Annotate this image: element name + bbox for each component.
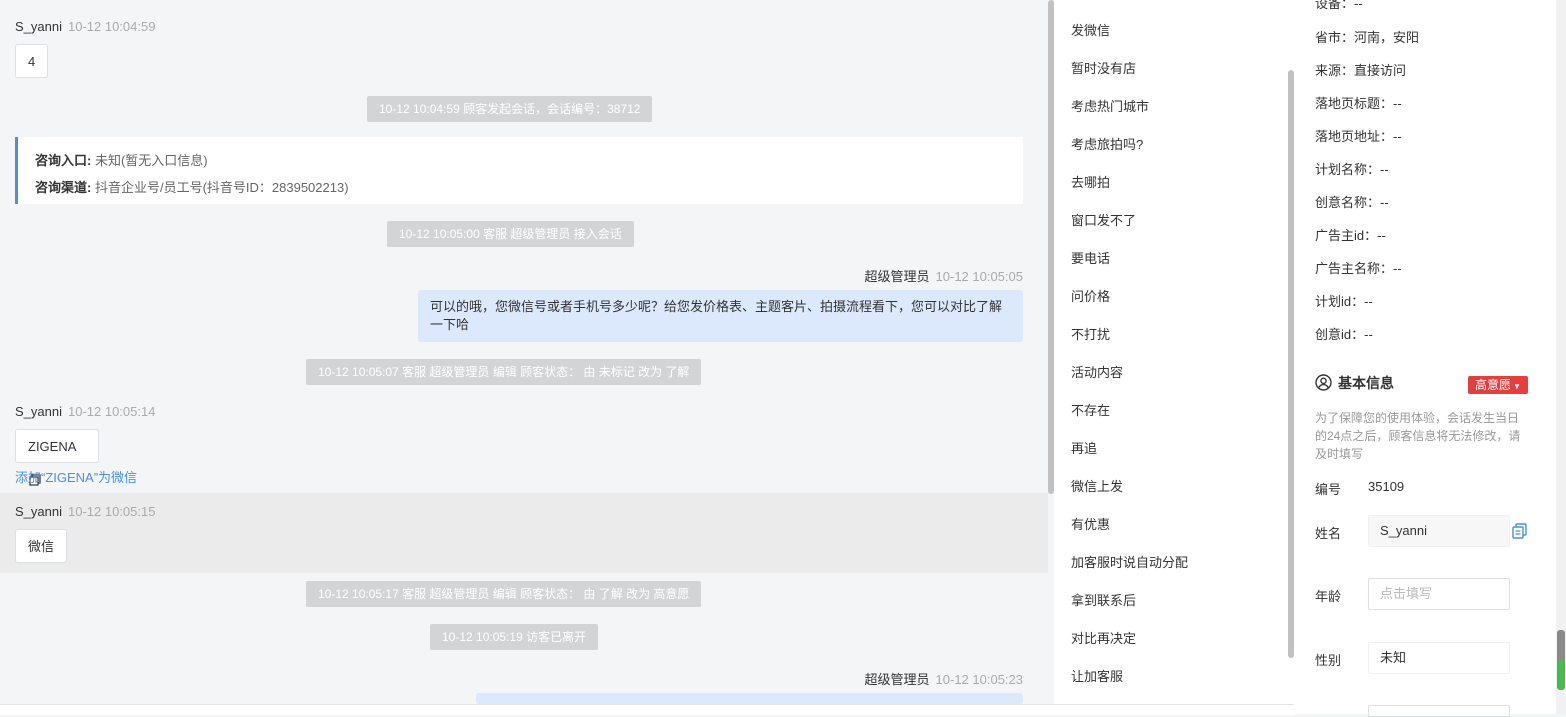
quick-reply-item[interactable]: 暂时没有店: [1071, 58, 1136, 77]
intent-status-dropdown[interactable]: 高意愿 ▼: [1468, 376, 1528, 394]
quick-reply-item[interactable]: 微信上发: [1071, 476, 1123, 495]
agent-message: 可以的哦，您微信号或者手机号多少呢？给您发价格表、主题客片、拍摄流程看下，您可以…: [418, 290, 1023, 342]
system-message: 10-12 10:05:00 客服 超级管理员 接入会话: [387, 221, 634, 247]
name-label: 姓名: [1315, 526, 1342, 541]
sender-name: S_yanni: [15, 404, 62, 419]
agent-name: 超级管理员: [864, 269, 930, 284]
info-row: 广告主id：--: [1315, 228, 1386, 243]
copy-name-icon[interactable]: [1512, 523, 1527, 542]
highlighted-message-row: [0, 493, 1048, 573]
consult-entry-value: 未知(暂无入口信息): [94, 153, 208, 168]
quick-reply-item[interactable]: 再追: [1071, 438, 1097, 457]
system-message: 10-12 10:05:07 客服 超级管理员 编辑 顾客状态： 由 未标记 改…: [306, 359, 702, 385]
message-sender: S_yanni 10-12 10:05:14: [15, 404, 155, 419]
basic-info-title: 基本信息: [1338, 375, 1394, 391]
message-text: ZIGENA: [28, 439, 77, 454]
sender-name: S_yanni: [15, 19, 62, 34]
gender-label: 性别: [1315, 653, 1342, 668]
info-scrollbar[interactable]: [1556, 0, 1566, 714]
quick-reply-item[interactable]: 窗口发不了: [1071, 210, 1136, 229]
info-row: 计划名称：--: [1315, 162, 1389, 177]
basic-info-heading: 基本信息: [1315, 373, 1394, 394]
info-row: 来源：直接访问: [1315, 63, 1407, 78]
message-time: 10-12 10:05:05: [935, 269, 1023, 284]
quick-reply-item[interactable]: 加客服时说自动分配: [1071, 552, 1188, 571]
quick-reply-item[interactable]: 考虑旅拍吗?: [1071, 134, 1143, 153]
gender-field[interactable]: 未知: [1368, 642, 1510, 674]
id-value: 35109: [1368, 479, 1405, 494]
message-time: 10-12 10:04:59: [67, 19, 156, 34]
message-sender: S_yanni 10-12 10:04:59: [15, 19, 155, 34]
info-row: 创意名称：--: [1315, 195, 1389, 210]
message-time: 10-12 10:05:14: [67, 404, 156, 419]
quick-reply-item[interactable]: 活动内容: [1071, 362, 1123, 381]
customer-message: ZIGENA: [15, 429, 99, 486]
name-field[interactable]: S_yanni: [1368, 515, 1510, 547]
quick-reply-item[interactable]: 让加客服: [1071, 666, 1123, 685]
next-field[interactable]: [1368, 705, 1510, 717]
quick-reply-item[interactable]: 要电话: [1071, 248, 1110, 267]
input-toolbar: [0, 704, 1294, 715]
system-message: 10-12 10:05:19 访客已离开: [430, 624, 599, 650]
quick-reply-item[interactable]: 拿到联系后: [1071, 590, 1136, 609]
info-row: 省市：河南，安阳: [1315, 30, 1420, 45]
quick-reply-item[interactable]: 有优惠: [1071, 514, 1110, 533]
add-wechat-link[interactable]: 添加“ZIGENA”为微信: [15, 467, 137, 486]
customer-info-panel: 设备：-- 省市：河南，安阳 来源：直接访问 落地页标题：-- 落地页地址：--…: [1294, 0, 1556, 717]
system-message: 10-12 10:05:17 客服 超级管理员 编辑 顾客状态： 由 了解 改为…: [306, 581, 702, 607]
message-time: 10-12 10:05:23: [935, 672, 1023, 687]
info-row: 落地页地址：--: [1315, 129, 1402, 144]
quick-reply-item[interactable]: 发微信: [1071, 20, 1110, 39]
intent-status-label: 高意愿: [1475, 378, 1512, 392]
message-sender: S_yanni 10-12 10:05:15: [15, 504, 155, 519]
info-row: 设备：--: [1315, 0, 1363, 11]
customer-message: 4: [15, 44, 48, 78]
quick-reply-item[interactable]: 对比再决定: [1071, 628, 1136, 647]
quick-reply-item[interactable]: 问价格: [1071, 286, 1110, 305]
quick-reply-item[interactable]: 不打扰: [1071, 324, 1110, 343]
message-time: 10-12 10:05:15: [67, 504, 156, 519]
system-message: 10-12 10:04:59 顾客发起会话，会话编号：38712: [367, 96, 653, 122]
consult-channel-label: 咨询渠道:: [35, 180, 92, 195]
info-scroll-indicator: [1558, 660, 1564, 690]
edit-deadline-note: 为了保障您的使用体验，会话发生当日的24点之后，顾客信息将无法修改，请及时填写: [1315, 411, 1521, 461]
agent-sender: 超级管理员 10-12 10:05:05: [865, 266, 1023, 285]
age-label: 年龄: [1315, 589, 1342, 604]
info-row: 落地页标题：--: [1315, 96, 1402, 111]
agent-sender: 超级管理员 10-12 10:05:23: [865, 669, 1023, 688]
info-row: 创意id：--: [1315, 327, 1373, 342]
consult-entry-label: 咨询入口:: [35, 153, 92, 168]
info-row: 广告主名称：--: [1315, 261, 1402, 276]
consult-info-card: 咨询入口: 未知(暂无入口信息) 咨询渠道: 抖音企业号/员工号(抖音号ID：2…: [15, 137, 1023, 204]
quick-reply-panel: 发微信 暂时没有店 考虑热门城市 考虑旅拍吗? 去哪拍 窗口发不了 要电话 问价…: [1054, 0, 1288, 704]
quick-reply-item[interactable]: 考虑热门城市: [1071, 96, 1149, 115]
consult-channel-value: 抖音企业号/员工号(抖音号ID：2839502213): [94, 180, 349, 195]
info-row: 计划id：--: [1315, 294, 1373, 309]
caret-down-icon: ▼: [1513, 382, 1521, 391]
quick-reply-item[interactable]: 不存在: [1071, 400, 1110, 419]
user-circle-icon: [1315, 374, 1332, 394]
agent-message: [476, 693, 1023, 704]
quick-reply-item[interactable]: 去哪拍: [1071, 172, 1110, 191]
agent-name: 超级管理员: [864, 672, 930, 687]
sender-name: S_yanni: [15, 504, 62, 519]
customer-message: 微信: [15, 529, 67, 563]
id-label: 编号: [1315, 482, 1342, 497]
age-field[interactable]: 点击填写: [1368, 578, 1510, 610]
